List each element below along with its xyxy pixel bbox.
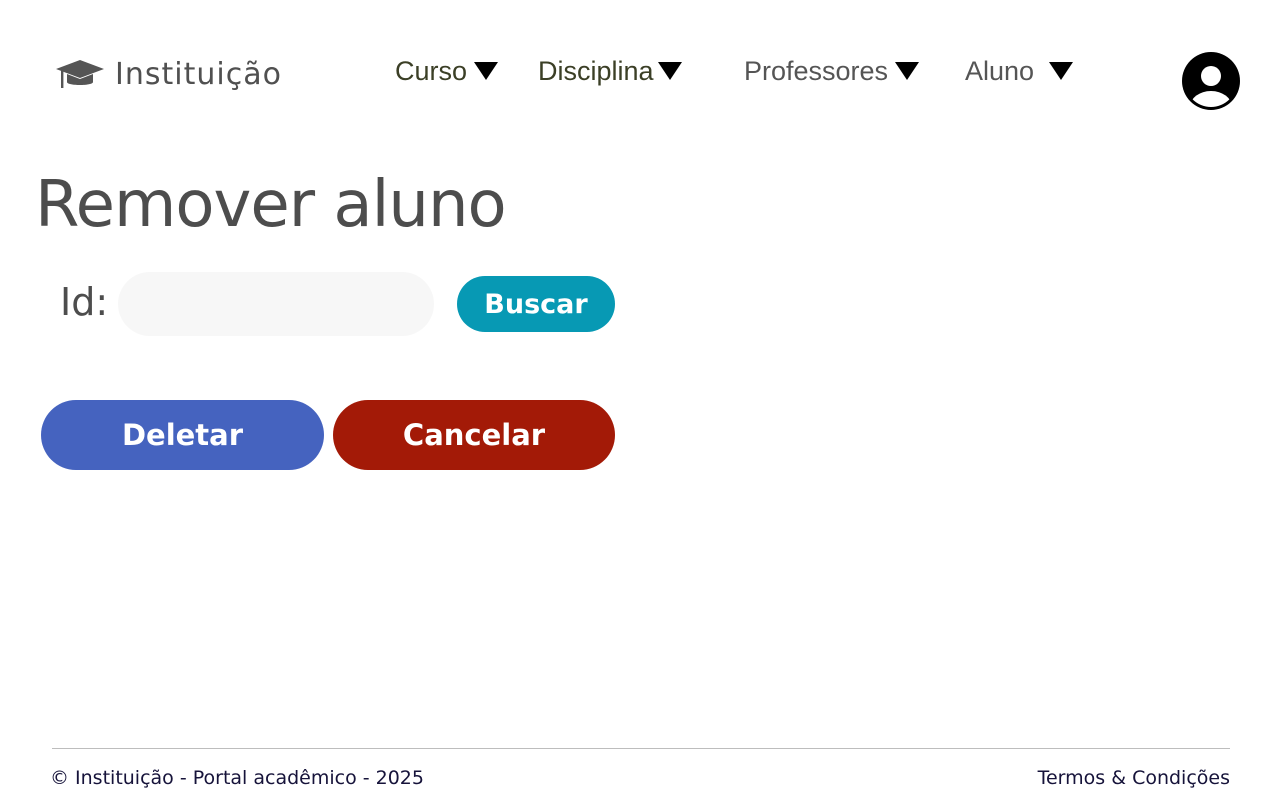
triangle-down-icon	[474, 62, 499, 80]
terms-link[interactable]: Termos & Condições	[1038, 767, 1230, 789]
brand-name: Instituição	[115, 56, 282, 92]
nav-professores[interactable]: Professores	[744, 52, 920, 90]
page-title: Remover aluno	[35, 168, 507, 242]
nav-label: Aluno	[965, 55, 1035, 86]
delete-button[interactable]: Deletar	[41, 400, 324, 470]
nav-aluno[interactable]: Aluno	[965, 52, 1074, 90]
id-input[interactable]	[118, 272, 434, 336]
brand[interactable]: Instituição	[55, 56, 282, 92]
graduation-cap-icon	[56, 60, 104, 88]
triangle-down-icon	[895, 62, 920, 80]
footer-copyright: © Instituição - Portal acadêmico - 2025	[50, 767, 424, 789]
id-label: Id:	[60, 280, 109, 324]
triangle-down-icon	[657, 62, 682, 80]
user-circle-icon[interactable]	[1181, 51, 1241, 111]
nav-curso[interactable]: Curso	[395, 52, 499, 90]
top-navbar: Instituição Curso Disciplina Professores…	[0, 0, 1280, 140]
nav-disciplina[interactable]: Disciplina	[538, 52, 683, 90]
triangle-down-icon	[1049, 62, 1074, 80]
nav-label: Disciplina	[538, 55, 654, 86]
search-button[interactable]: Buscar	[457, 276, 615, 332]
footer-divider	[52, 748, 1230, 749]
nav-label: Professores	[744, 55, 889, 86]
cancel-button[interactable]: Cancelar	[333, 400, 615, 470]
nav-label: Curso	[395, 55, 468, 86]
